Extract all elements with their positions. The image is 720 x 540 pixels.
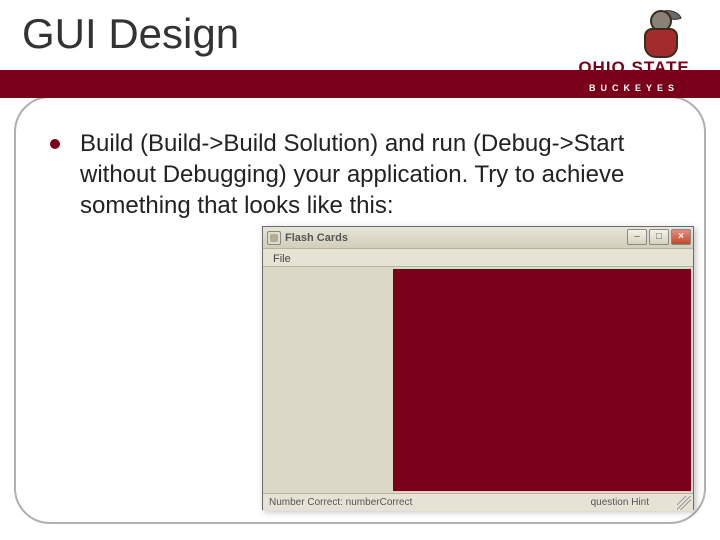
slide-content: Build (Build->Build Solution) and run (D…	[50, 128, 690, 222]
slide-title: GUI Design	[22, 10, 245, 58]
window-title: Flash Cards	[285, 232, 348, 244]
client-area	[263, 267, 693, 493]
bullet-item: Build (Build->Build Solution) and run (D…	[50, 128, 690, 222]
brutus-buckeye-icon	[634, 6, 688, 60]
menubar: File	[263, 249, 693, 267]
maximize-button[interactable]: □	[649, 229, 669, 245]
left-panel	[267, 269, 391, 491]
menu-file[interactable]: File	[269, 250, 295, 268]
resize-grip-icon[interactable]	[677, 496, 691, 510]
statusbar: Number Correct: numberCorrect question H…	[263, 493, 693, 511]
right-panel	[393, 269, 691, 491]
bullet-text: Build (Build->Build Solution) and run (D…	[80, 128, 640, 222]
ohio-state-logo: OHIO STATE BUCKEYES	[574, 6, 694, 100]
minimize-button[interactable]: –	[627, 229, 647, 245]
status-left: Number Correct: numberCorrect	[269, 497, 412, 508]
app-icon	[267, 231, 281, 245]
flash-cards-window: Flash Cards – □ × File Number Correct: n…	[262, 226, 694, 510]
bullet-dot-icon	[50, 139, 60, 149]
close-button[interactable]: ×	[671, 229, 691, 245]
logo-text-buckeyes: BUCKEYES	[576, 80, 692, 96]
status-right: question Hint	[591, 497, 649, 508]
titlebar[interactable]: Flash Cards – □ ×	[263, 227, 693, 249]
logo-text-ohio-state: OHIO STATE	[574, 58, 694, 78]
